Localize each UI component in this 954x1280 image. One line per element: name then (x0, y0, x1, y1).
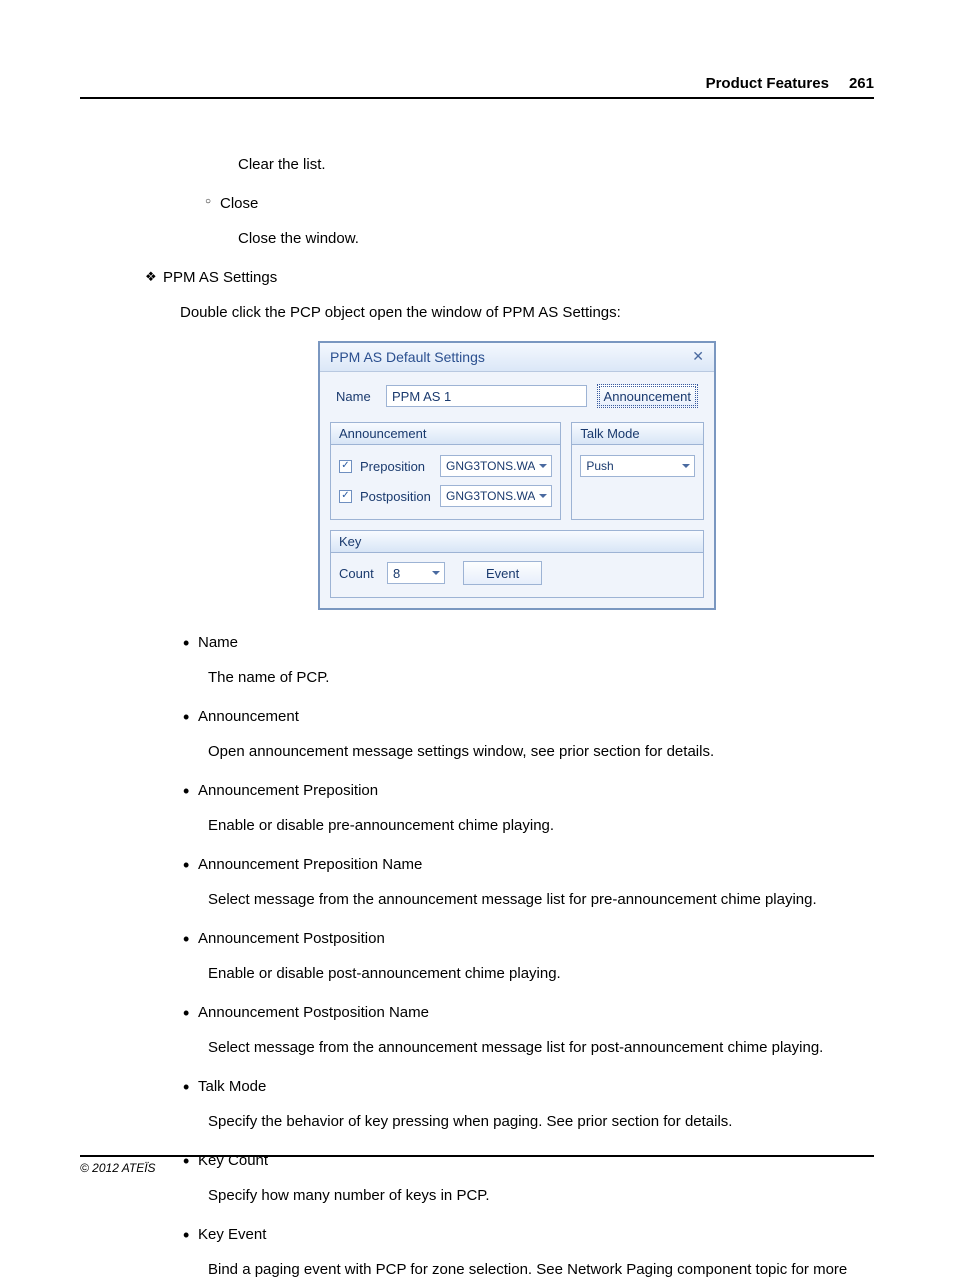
item-talk-mode: Talk Mode (180, 1076, 874, 1097)
panel-announcement-header: Announcement (331, 423, 560, 445)
preposition-select[interactable]: GNG3TONS.WA (440, 455, 552, 477)
item-ann-preposition-name: Announcement Preposition Name (180, 854, 874, 875)
dialog-ppm-as-settings: PPM AS Default Settings ✕ Name Announcem… (318, 341, 716, 610)
desc-ann-postposition-name: Select message from the announcement mes… (208, 1037, 874, 1058)
item-ann-postposition-name: Announcement Postposition Name (180, 1002, 874, 1023)
footer-copyright: © 2012 ATEÏS (80, 1155, 874, 1175)
close-icon[interactable]: ✕ (690, 348, 706, 365)
section-ppm-as-settings: PPM AS Settings (145, 267, 874, 288)
page-number: 261 (849, 75, 874, 92)
announcement-button[interactable]: Announcement (597, 384, 698, 408)
panel-key-header: Key (331, 531, 703, 553)
chevron-down-icon (682, 464, 690, 468)
panel-talk-mode: Talk Mode Push (571, 422, 704, 520)
desc-ann-preposition: Enable or disable pre-announcement chime… (208, 815, 874, 836)
dialog-title: PPM AS Default Settings (330, 349, 485, 365)
panel-announcement: Announcement ✓ Preposition GNG3TONS.WA ✓ (330, 422, 561, 520)
postposition-select[interactable]: GNG3TONS.WA (440, 485, 552, 507)
text-clear-list: Clear the list. (238, 154, 874, 175)
preposition-checkbox[interactable]: ✓ (339, 460, 352, 473)
count-label: Count (339, 566, 379, 581)
desc-announcement: Open announcement message settings windo… (208, 741, 874, 762)
panel-talk-header: Talk Mode (572, 423, 703, 445)
chevron-down-icon (539, 494, 547, 498)
desc-ann-postposition: Enable or disable post-announcement chim… (208, 963, 874, 984)
section-title: PPM AS Settings (163, 269, 277, 286)
item-ann-preposition: Announcement Preposition (180, 780, 874, 801)
page-header: Product Features 261 (80, 75, 874, 99)
desc-talk-mode: Specify the behavior of key pressing whe… (208, 1111, 874, 1132)
item-name: Name (180, 632, 874, 653)
count-select[interactable]: 8 (387, 562, 445, 584)
header-title: Product Features (706, 75, 829, 92)
close-label: Close (220, 195, 258, 212)
postposition-label: Postposition (360, 489, 432, 504)
name-input[interactable] (386, 385, 587, 407)
text-close-desc: Close the window. (238, 228, 874, 249)
talk-mode-value: Push (586, 459, 678, 473)
preposition-value: GNG3TONS.WA (446, 459, 535, 473)
chevron-down-icon (432, 571, 440, 575)
panel-key: Key Count 8 Event (330, 530, 704, 598)
item-close: Close (205, 193, 874, 214)
postposition-checkbox[interactable]: ✓ (339, 490, 352, 503)
name-label: Name (336, 389, 376, 404)
item-ann-postposition: Announcement Postposition (180, 928, 874, 949)
desc-key-count: Specify how many number of keys in PCP. (208, 1185, 874, 1206)
item-announcement: Announcement (180, 706, 874, 727)
desc-ann-preposition-name: Select message from the announcement mes… (208, 889, 874, 910)
talk-mode-select[interactable]: Push (580, 455, 695, 477)
desc-key-event: Bind a paging event with PCP for zone se… (208, 1259, 874, 1280)
section-intro: Double click the PCP object open the win… (180, 302, 874, 323)
postposition-value: GNG3TONS.WA (446, 489, 535, 503)
preposition-label: Preposition (360, 459, 432, 474)
count-value: 8 (393, 566, 428, 581)
event-button[interactable]: Event (463, 561, 542, 585)
desc-name: The name of PCP. (208, 667, 874, 688)
dialog-titlebar: PPM AS Default Settings ✕ (320, 343, 714, 372)
chevron-down-icon (539, 464, 547, 468)
